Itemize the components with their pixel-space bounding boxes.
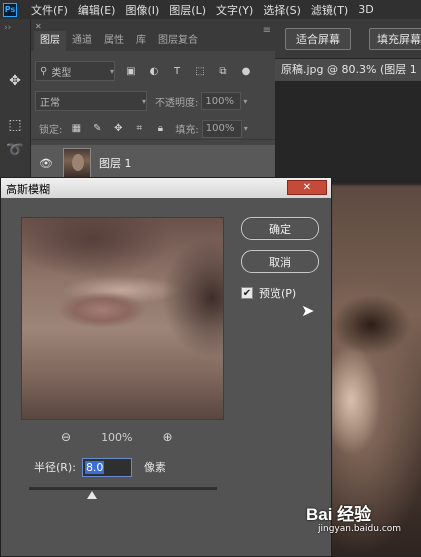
radius-input[interactable]: 8.0	[81, 457, 132, 477]
tab-channels[interactable]: 通道	[66, 31, 98, 51]
dialog-title: 高斯模糊	[6, 183, 50, 196]
adjustment-filter-icon[interactable]: ◐	[147, 64, 161, 78]
fill-screen-button[interactable]: 填充屏幕	[369, 28, 421, 50]
ok-button[interactable]: 确定	[241, 217, 319, 240]
layer-thumbnail	[63, 148, 91, 178]
lock-transparency-icon[interactable]: ▦	[69, 122, 83, 136]
panel-menu-icon[interactable]: ≡	[263, 25, 271, 36]
tab-libraries[interactable]: 库	[130, 31, 152, 51]
layers-panel-tabs: ✕ 图层 通道 属性 库 图层复合 ≡	[31, 19, 275, 51]
tab-layers[interactable]: 图层	[34, 31, 66, 51]
baidu-jingyan-logo: Bai 经验	[306, 505, 372, 524]
radius-label: 半径(R):	[34, 461, 76, 474]
lock-label: 锁定:	[39, 125, 63, 136]
fit-screen-button[interactable]: 适合屏幕	[285, 28, 351, 50]
filter-type-label: 类型	[51, 67, 72, 79]
chevron-down-icon[interactable]: ▾	[244, 124, 248, 133]
lock-position-icon[interactable]: ✥	[111, 122, 125, 136]
mouse-pointer-icon: ➤	[301, 301, 315, 320]
lock-artboard-icon[interactable]: ⌗	[132, 122, 146, 136]
eye-visibility-icon[interactable]: 👁︎	[39, 156, 53, 170]
search-icon: ⚲	[40, 65, 48, 77]
preview-zoom-row: ⊖ 100% ⊕	[61, 429, 173, 445]
lasso-tool-icon[interactable]: ➰	[5, 140, 25, 160]
opacity-input[interactable]: 100%	[201, 92, 242, 110]
zoom-out-icon[interactable]: ⊖	[61, 430, 71, 444]
options-bar: 适合屏幕 填充屏幕	[275, 19, 421, 59]
blur-preview-image[interactable]	[21, 217, 224, 420]
zoom-in-icon[interactable]: ⊕	[163, 430, 173, 444]
radius-slider-track[interactable]	[29, 487, 217, 490]
fill-label: 填充:	[175, 125, 199, 136]
pixel-filter-icon[interactable]: ▣	[124, 64, 138, 78]
marquee-tool-icon[interactable]: ⬚	[5, 115, 25, 135]
move-tool-icon[interactable]: ✥	[5, 71, 25, 91]
document-tab[interactable]: 原稿.jpg @ 80.3% (图层 1	[275, 59, 421, 81]
filter-toggle-icon[interactable]: ●	[239, 64, 253, 78]
chevron-down-icon[interactable]: ▾	[243, 97, 247, 106]
blend-mode-value: 正常	[40, 97, 60, 109]
shape-filter-icon[interactable]: ⬚	[193, 64, 207, 78]
radius-row: 半径(R): 8.0 像素	[34, 457, 166, 477]
preview-label: 预览(P)	[259, 287, 297, 300]
preview-checkbox[interactable]: ✔	[241, 287, 253, 299]
menu-3d[interactable]: 3D	[358, 3, 373, 16]
layer-filter-select[interactable]: ⚲ 类型 ▾	[35, 61, 115, 81]
type-filter-icon[interactable]: T	[170, 64, 184, 78]
preview-checkbox-row[interactable]: ✔ 预览(P)	[241, 285, 296, 301]
layer-row[interactable]: 👁︎ 图层 1	[31, 145, 275, 181]
layers-panel: ✕ 图层 通道 属性 库 图层复合 ≡ ⚲ 类型 ▾ ▣ ◐ T ⬚ ⧉ ● 正…	[31, 19, 275, 199]
menu-image[interactable]: 图像(I)	[125, 2, 159, 18]
zoom-level: 100%	[101, 430, 133, 444]
opacity-value: 100%	[205, 95, 234, 107]
radius-slider-handle[interactable]	[87, 491, 97, 499]
menu-filter[interactable]: 滤镜(T)	[311, 2, 348, 18]
menu-layer[interactable]: 图层(L)	[169, 2, 206, 18]
layer-filter-row: ⚲ 类型 ▾ ▣ ◐ T ⬚ ⧉ ●	[31, 59, 275, 83]
close-icon[interactable]: ✕	[287, 180, 327, 195]
cancel-button[interactable]: 取消	[241, 250, 319, 273]
menu-type[interactable]: 文字(Y)	[216, 2, 253, 18]
chevron-down-icon: ▾	[141, 96, 146, 106]
chevron-down-icon: ▾	[109, 66, 114, 76]
fill-input[interactable]: 100%	[201, 119, 242, 138]
baidu-watermark: Bai 经验 jingyan.baidu.com	[306, 500, 401, 534]
menu-edit[interactable]: 编辑(E)	[78, 2, 116, 18]
photoshop-logo: Ps	[3, 2, 17, 17]
menu-select[interactable]: 选择(S)	[263, 2, 301, 18]
menu-file[interactable]: 文件(F)	[31, 2, 68, 18]
menu-bar: Ps 文件(F) 编辑(E) 图像(I) 图层(L) 文字(Y) 选择(S) 滤…	[0, 0, 421, 19]
preview-shading	[22, 218, 223, 419]
tab-layer-comps[interactable]: 图层复合	[152, 31, 204, 51]
blend-mode-row: 正常 ▾ 不透明度: 100% ▾	[31, 90, 275, 112]
gaussian-blur-dialog: 高斯模糊 ✕ 确定 取消 ✔ 预览(P) ➤ ⊖ 100% ⊕ 半径(R): 8…	[0, 177, 332, 557]
watermark-url: jingyan.baidu.com	[318, 524, 402, 534]
opacity-label: 不透明度:	[155, 97, 199, 109]
lock-row: 锁定: ▦ ✎ ✥ ⌗ 🔒︎ 填充: 100% ▾	[31, 118, 275, 140]
radius-unit: 像素	[143, 461, 166, 474]
tab-properties[interactable]: 属性	[98, 31, 130, 51]
blend-mode-select[interactable]: 正常 ▾	[35, 91, 147, 111]
lock-paint-brush-icon[interactable]: ✎	[90, 122, 104, 136]
dialog-title-bar[interactable]: 高斯模糊 ✕	[1, 178, 331, 198]
radius-value: 8.0	[84, 460, 105, 474]
lock-all-icon[interactable]: 🔒︎	[153, 122, 167, 136]
layer-name[interactable]: 图层 1	[99, 155, 132, 171]
panel-grip-icon[interactable]: ››	[4, 23, 11, 33]
fill-value: 100%	[205, 123, 235, 134]
panel-close-icon[interactable]: ✕	[35, 22, 42, 31]
smart-object-filter-icon[interactable]: ⧉	[216, 64, 230, 78]
